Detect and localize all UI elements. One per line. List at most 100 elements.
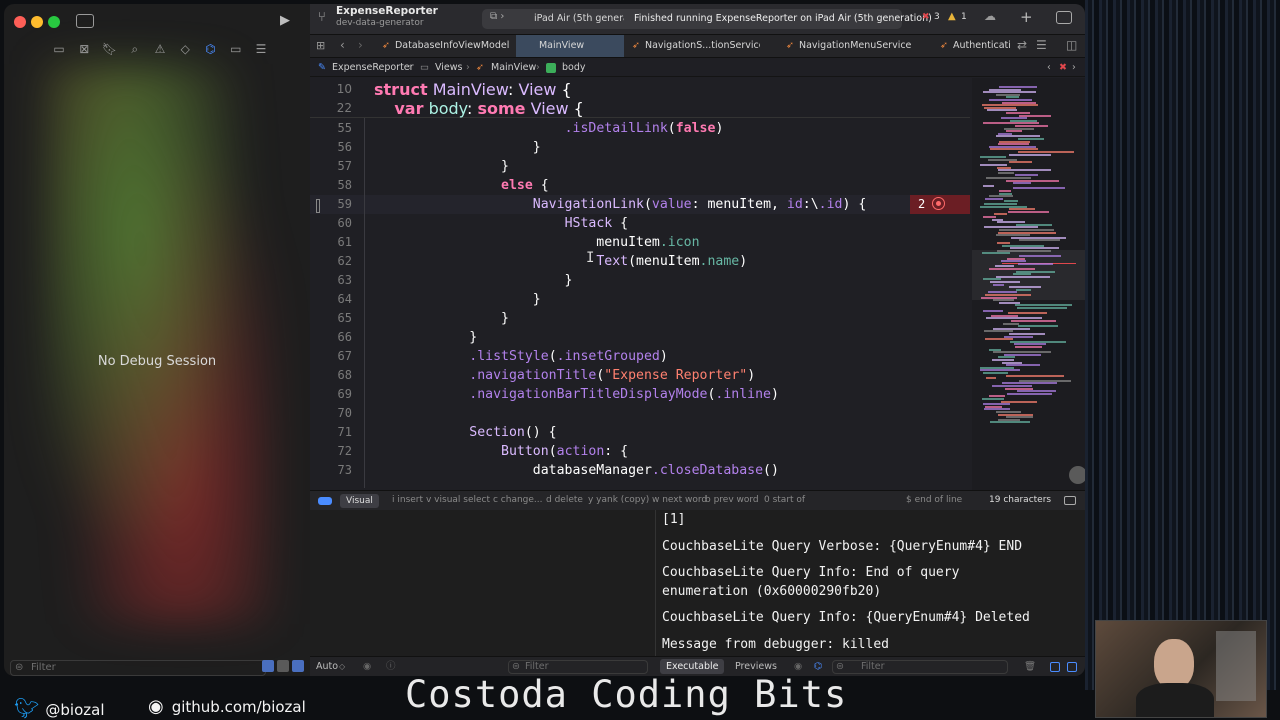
- code-line[interactable]: 65 }: [310, 309, 970, 328]
- next-issue-icon[interactable]: ›: [1072, 59, 1076, 77]
- error-annotation[interactable]: 2: [910, 195, 970, 214]
- code-line[interactable]: 73 databaseManager.closeDatabase(): [310, 461, 970, 480]
- filter-placeholder: Filter: [525, 661, 549, 672]
- back-arrow-icon[interactable]: ‹: [340, 38, 345, 52]
- line-source: Text(menuItem.name): [596, 254, 748, 269]
- minimap-stroke: [1007, 392, 1052, 395]
- console-line: Message from debugger: killed: [662, 637, 889, 652]
- swift-file-icon: ➶: [632, 40, 640, 51]
- crumb-project[interactable]: ExpenseReporter: [332, 59, 414, 77]
- twitter-handle-text: @biozal: [45, 701, 105, 719]
- prev-issue-icon[interactable]: ‹: [1047, 59, 1051, 77]
- line-number: 68: [337, 368, 352, 382]
- error-dot: [936, 201, 941, 206]
- code-line[interactable]: 67 .listStyle(.insetGrouped): [310, 347, 970, 366]
- crumb-mainview[interactable]: MainView: [491, 59, 536, 77]
- minimap-scroll-knob[interactable]: [1069, 466, 1085, 484]
- line-number: 70: [337, 406, 352, 420]
- code-line[interactable]: 70: [310, 404, 970, 423]
- line-number: 72: [337, 444, 352, 458]
- trash-icon[interactable]: 🗑︎: [1024, 657, 1036, 676]
- code-line[interactable]: 63 }: [310, 271, 970, 290]
- minimap[interactable]: [972, 78, 1085, 490]
- debug-spray-icon[interactable]: ⌬: [202, 42, 220, 56]
- search-icon[interactable]: ⌕: [126, 42, 144, 56]
- code-line[interactable]: 61 menuItem.icon: [310, 233, 970, 252]
- zoom-window-button[interactable]: [48, 16, 60, 28]
- debug-area-toggle-icon[interactable]: [1064, 496, 1076, 505]
- left-panel-icon[interactable]: [1050, 662, 1060, 672]
- app-icon[interactable]: ⧉ ›: [490, 11, 504, 22]
- crumb-views[interactable]: Views: [435, 59, 463, 77]
- vim-mode-icon: [318, 497, 332, 505]
- code-line[interactable]: 55 .isDetailLink(false): [310, 119, 970, 138]
- run-status: Finished running ExpenseReporter on iPad…: [634, 13, 932, 24]
- swap-icon[interactable]: ⇄: [1017, 38, 1027, 52]
- code-line[interactable]: 59 NavigationLink(value: menuItem, id:\.…: [310, 195, 970, 214]
- info-icon[interactable]: ⓘ: [386, 657, 396, 676]
- code-line[interactable]: 22 var body: some View {: [310, 99, 970, 118]
- code-line[interactable]: 62 Text(menuItem.name): [310, 252, 970, 271]
- console-output[interactable]: [1] CouchbaseLite Query Verbose: {QueryE…: [656, 510, 1085, 656]
- code-line[interactable]: 10 struct MainView: View {: [310, 80, 970, 99]
- code-line[interactable]: 72 Button(action: {: [310, 442, 970, 461]
- error-icon[interactable]: ✖: [1059, 59, 1067, 77]
- close-window-button[interactable]: [14, 16, 26, 28]
- code-line[interactable]: 56 }: [310, 138, 970, 157]
- tab-databaseinfoviewmodel[interactable]: ➶ DatabaseInfoViewModel: [382, 35, 514, 57]
- warning-icon[interactable]: ▲: [948, 11, 956, 22]
- test-diamond-icon[interactable]: ◇: [176, 42, 194, 56]
- add-icon[interactable]: +: [1020, 8, 1033, 26]
- tab-authentication[interactable]: ➶ Authenticati: [940, 35, 1018, 57]
- error-icon[interactable]: ✖: [922, 12, 930, 22]
- tab-navigationservice[interactable]: ➶ NavigationS...tionService: [626, 35, 760, 57]
- tab-label: Authenticati: [952, 40, 1011, 51]
- source-control-icon[interactable]: ⊠: [75, 42, 93, 56]
- error-count[interactable]: 3: [934, 12, 940, 22]
- forward-arrow-icon[interactable]: ›: [358, 38, 363, 52]
- code-line[interactable]: 66 }: [310, 328, 970, 347]
- filter-close-icon[interactable]: [292, 660, 304, 672]
- code-editor[interactable]: 55 .isDetailLink(false) 56 } 57 } 58 else {…: [310, 78, 970, 490]
- code-line[interactable]: 69 .navigationBarTitleDisplayMode(.inlin…: [310, 385, 970, 404]
- code-line[interactable]: 68 .navigationTitle("Expense Reporter"): [310, 366, 970, 385]
- navigator-filter-field[interactable]: ⊜ Filter: [10, 660, 266, 676]
- destination-selector[interactable]: iPad Air (5th genera: [534, 13, 624, 24]
- breakpoint-icon[interactable]: ▭: [227, 42, 245, 56]
- github-url-text: github.com/biozal: [171, 698, 306, 716]
- vim-hint: v visual select: [426, 495, 491, 505]
- tab-navigationmenuservice[interactable]: ➶ NavigationMenuService: [786, 35, 912, 57]
- executable-tab[interactable]: Executable: [660, 659, 725, 674]
- bookmark-icon[interactable]: 🔖︎: [101, 42, 119, 56]
- grid-icon[interactable]: ⊞: [316, 39, 325, 52]
- right-panel-icon[interactable]: [1067, 662, 1077, 672]
- minimap-stroke: [985, 338, 1013, 341]
- property-icon: [546, 63, 556, 73]
- auto-selector[interactable]: Auto: [316, 657, 338, 676]
- eye-icon[interactable]: ◉: [363, 657, 371, 676]
- console-filter-field[interactable]: ⊜ Filter: [832, 660, 1008, 674]
- inspector-toggle-icon[interactable]: [1056, 11, 1072, 24]
- report-icon[interactable]: ☰: [252, 42, 270, 56]
- minimize-window-button[interactable]: [31, 16, 43, 28]
- code-line[interactable]: 64 }: [310, 290, 970, 309]
- crumb-body[interactable]: body: [562, 59, 586, 77]
- code-line[interactable]: 58 else {: [310, 176, 970, 195]
- issue-warning-icon[interactable]: ⚠︎: [151, 42, 169, 56]
- filter-grid-icon[interactable]: [277, 660, 289, 672]
- tab-mainview[interactable]: ➶ MainView: [516, 35, 624, 57]
- vim-hint: b prev word: [705, 495, 759, 505]
- filter-options-icon[interactable]: [262, 660, 274, 672]
- variables-filter-field[interactable]: ⊜ Filter: [508, 660, 648, 674]
- run-button[interactable]: ▶: [280, 13, 290, 28]
- line-source: NavigationLink(value: menuItem, id:\.id)…: [532, 197, 867, 212]
- code-line[interactable]: 57 }: [310, 157, 970, 176]
- warning-count[interactable]: 1: [961, 12, 967, 22]
- sidebar-toggle-icon[interactable]: [76, 14, 94, 28]
- editor-options-icon[interactable]: ☰: [1036, 38, 1047, 52]
- code-line[interactable]: 71 Section() {: [310, 423, 970, 442]
- code-line[interactable]: 60 HStack {: [310, 214, 970, 233]
- split-editor-icon[interactable]: ◫: [1066, 38, 1077, 52]
- folder-icon[interactable]: ▭: [50, 42, 68, 56]
- cloud-icon[interactable]: ☁: [984, 9, 996, 23]
